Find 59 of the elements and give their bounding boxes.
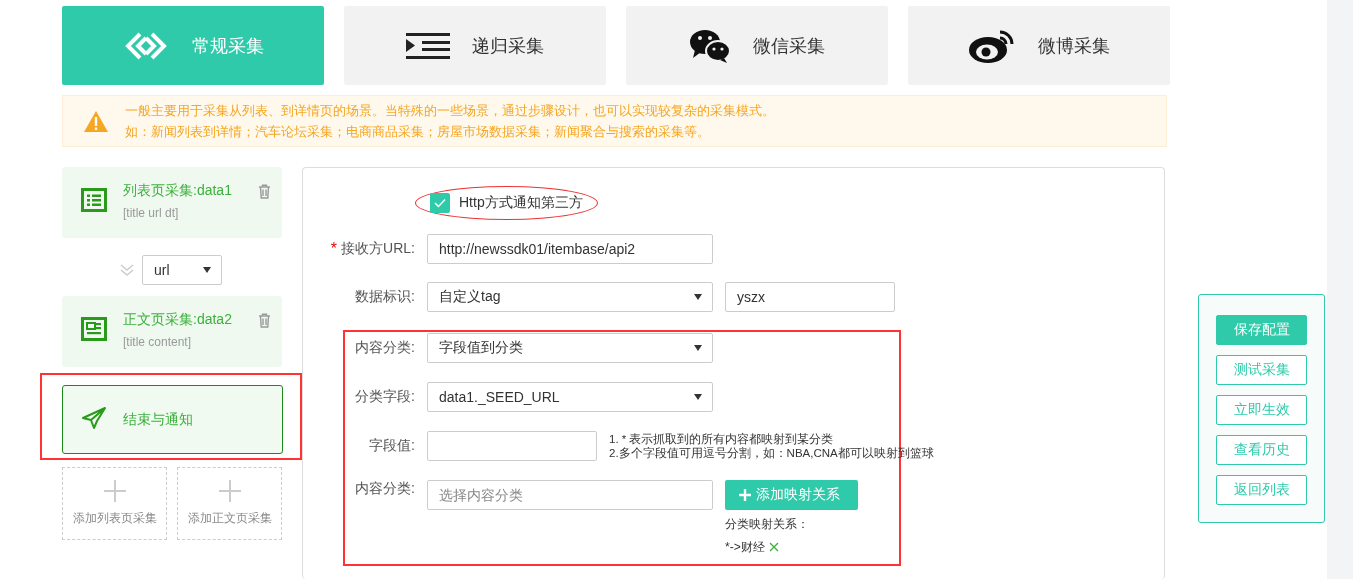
plus-icon — [103, 480, 126, 502]
step-card[interactable]: 列表页采集:data1 [title url dt] — [62, 167, 282, 238]
mode-tab[interactable]: 递归采集 — [344, 6, 606, 85]
indent-lines-icon — [406, 32, 450, 59]
plus-icon — [739, 489, 751, 501]
tag-field[interactable]: yszx — [725, 282, 895, 312]
step-card[interactable]: 正文页采集:data2 [title content] — [62, 296, 282, 367]
list-icon — [81, 188, 107, 212]
tag-select[interactable]: 自定义tag — [427, 282, 713, 312]
action-button[interactable]: 测试采集 — [1216, 355, 1307, 385]
add-step-button[interactable]: 添加列表页采集 — [62, 467, 167, 540]
add-mapping-button[interactable]: 添加映射关系 — [725, 480, 858, 510]
link-field-select[interactable]: url — [142, 255, 222, 285]
caret-icon — [694, 294, 702, 300]
category-select[interactable]: 字段值到分类 — [427, 333, 713, 363]
field-label: 内容分类: — [355, 480, 415, 498]
mapping-label: 分类映射关系： — [725, 516, 810, 533]
caret-icon — [694, 394, 702, 400]
action-button[interactable]: 返回列表 — [1216, 475, 1307, 505]
step-title: 列表页采集:data1 — [123, 182, 232, 200]
category-select[interactable]: data1._SEED_URL — [427, 382, 713, 412]
step-fields: [title url dt] — [123, 206, 232, 220]
caret-icon — [203, 267, 211, 273]
value-field[interactable] — [427, 431, 597, 461]
field-label: 数据标识: — [355, 288, 415, 306]
document-icon — [81, 317, 107, 341]
paper-plane-icon — [81, 406, 107, 430]
alert-text: 一般主要用于采集从列表、到详情页的场景。当特殊的一些场景，通过步骤设计，也可以实现较复杂的采集模式。 — [125, 101, 775, 120]
url-field[interactable]: http://newssdk01/itembase/api2 — [427, 234, 713, 264]
plus-icon — [218, 480, 241, 502]
step-fields: [title content] — [123, 335, 232, 349]
action-button[interactable]: 查看历史 — [1216, 435, 1307, 465]
mode-tab[interactable]: 微信采集 — [626, 6, 888, 85]
step-title: 结束与通知 — [123, 410, 193, 429]
action-button[interactable]: 立即生效 — [1216, 395, 1307, 425]
required-mark: * — [330, 240, 338, 258]
step-card[interactable]: 结束与通知 — [62, 385, 283, 454]
mode-tab[interactable]: 微博采集 — [908, 6, 1170, 85]
trash-icon[interactable] — [258, 184, 271, 199]
checkbox-label: Http方式通知第三方 — [459, 194, 583, 212]
check-icon — [434, 198, 446, 208]
warning-icon — [83, 109, 109, 133]
mapping-entry: *->财经 — [725, 539, 765, 556]
field-label: 接收方URL: — [341, 240, 415, 258]
mode-tab[interactable]: 常规采集 — [62, 6, 324, 85]
step-title: 正文页采集:data2 — [123, 311, 232, 329]
chat-bubbles-icon — [689, 27, 731, 64]
alert-text: 如：新闻列表到详情；汽车论坛采集；电商商品采集；房屋市场数据采集；新闻聚合与搜索的采集等。 — [125, 122, 711, 141]
category-field[interactable]: 选择内容分类 — [427, 480, 713, 510]
checkbox[interactable] — [430, 193, 450, 213]
trash-icon[interactable] — [258, 313, 271, 328]
caret-icon — [694, 345, 702, 351]
add-step-button[interactable]: 添加正文页采集 — [177, 467, 282, 540]
field-label: 分类字段: — [355, 388, 415, 406]
field-label: 内容分类: — [355, 339, 415, 357]
field-label: 字段值: — [369, 437, 415, 455]
close-icon[interactable] — [768, 541, 779, 552]
action-button[interactable]: 保存配置 — [1216, 315, 1307, 345]
double-chevron-icon — [120, 263, 134, 277]
